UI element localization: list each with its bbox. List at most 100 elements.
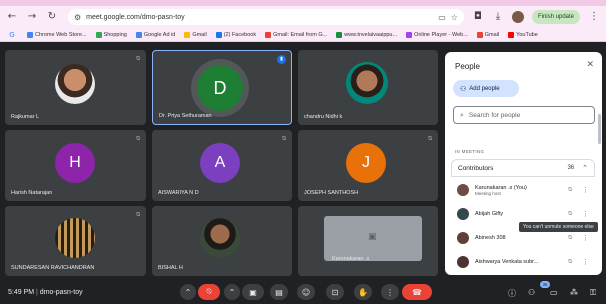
chevron-up-icon[interactable]: ⌃ bbox=[582, 164, 588, 172]
more-options-icon[interactable]: ⋮ bbox=[582, 234, 589, 242]
bookmark[interactable]: Gmail bbox=[476, 31, 499, 38]
bookmarks-bar: G Chrome Web Store... Shopping Google Ad… bbox=[0, 28, 606, 42]
emoji-button[interactable]: ☺ bbox=[297, 284, 315, 300]
search-people-input[interactable]: ⌕ Search for people bbox=[453, 106, 595, 124]
camera-in-use-icon[interactable]: ▭ bbox=[438, 13, 446, 22]
host-controls-icon[interactable]: ⚿ bbox=[590, 288, 596, 298]
participant-avatar bbox=[55, 218, 95, 258]
chat-icon[interactable]: ▭ bbox=[550, 288, 558, 297]
site-info-icon[interactable]: ⚙ bbox=[74, 13, 81, 22]
captions-icon: ▤ bbox=[275, 287, 283, 297]
participant-tile[interactable]: ⍉ SUNDARESAN RAVICHANDRAN bbox=[5, 206, 146, 276]
bookmark[interactable]: YouTube bbox=[508, 31, 538, 38]
download-icon[interactable]: ⤓ bbox=[492, 11, 504, 23]
bookmark-favicon bbox=[184, 31, 191, 38]
mic-off-icon: ⍉ bbox=[282, 135, 286, 142]
bookmark[interactable]: Gmail: Email from G... bbox=[265, 31, 327, 38]
forward-icon[interactable]: → bbox=[26, 11, 38, 23]
search-icon: ⌕ bbox=[460, 110, 464, 119]
participant-avatar bbox=[55, 64, 95, 104]
more-options-icon[interactable]: ⋮ bbox=[582, 186, 589, 194]
participant-name: Harish Natarajan bbox=[11, 190, 53, 196]
add-people-button[interactable]: ⚇ Add people bbox=[453, 80, 519, 97]
hand-icon: ✋ bbox=[358, 287, 368, 297]
people-icon[interactable]: ⚇ bbox=[528, 288, 535, 297]
camera-toggle-button[interactable]: ▣ bbox=[242, 284, 264, 300]
bookmark-favicon bbox=[476, 31, 483, 38]
contributors-count: 36 bbox=[567, 165, 575, 171]
bookmark[interactable]: Online Player - Web... bbox=[406, 31, 468, 38]
emoji-icon: ☺ bbox=[301, 287, 311, 297]
participant-tile[interactable]: H ⍉ Harish Natarajan bbox=[5, 130, 146, 201]
finish-update-button[interactable]: Finish update bbox=[531, 10, 580, 24]
extensions-icon[interactable]: ◘ bbox=[472, 11, 484, 23]
participant-tile[interactable]: ⍉ Rajkumar L bbox=[5, 50, 146, 125]
bookmark[interactable]: www.tnvelaivaaippu... bbox=[336, 31, 397, 38]
more-options-icon[interactable]: ⋮ bbox=[582, 210, 589, 218]
google-icon[interactable]: G bbox=[6, 29, 18, 41]
bookmark-favicon bbox=[95, 31, 102, 38]
mic-toggle-button[interactable]: ⍉ bbox=[198, 284, 220, 300]
mic-off-icon[interactable]: ⍉ bbox=[568, 186, 572, 194]
leave-call-button[interactable]: ☎ bbox=[402, 284, 432, 300]
panel-title: People bbox=[455, 62, 480, 71]
bookmark-favicon bbox=[265, 31, 272, 38]
mic-off-icon[interactable]: ⍉ bbox=[568, 234, 572, 242]
participant-tile[interactable]: chandru Nidhi k bbox=[298, 50, 438, 125]
activities-icon[interactable]: ⁂ bbox=[570, 288, 578, 297]
panel-scrollbar[interactable] bbox=[598, 114, 601, 144]
participant-tile[interactable]: ▣ Karunakaran .s bbox=[298, 206, 438, 276]
participant-avatar bbox=[457, 208, 469, 220]
bookmark[interactable]: Chrome Web Store... bbox=[27, 31, 87, 38]
more-options-button[interactable]: ⋮ bbox=[381, 284, 399, 300]
back-icon[interactable]: ← bbox=[6, 11, 18, 23]
bookmark[interactable]: Shopping bbox=[95, 31, 127, 38]
participant-avatar: A bbox=[200, 143, 240, 183]
mic-off-icon[interactable]: ⍉ bbox=[568, 258, 572, 266]
participant-avatar bbox=[457, 184, 469, 196]
camera-icon: ▣ bbox=[249, 287, 257, 297]
bookmark-favicon bbox=[406, 31, 413, 38]
more-icon[interactable]: ⋮ bbox=[588, 11, 600, 23]
bookmark[interactable]: Google Ad id bbox=[135, 31, 175, 38]
participant-row[interactable]: Karunakaran .s (You) Meeting host ⍉ ⋮ bbox=[451, 178, 595, 202]
reload-icon[interactable]: ↻ bbox=[46, 11, 58, 23]
bookmark-favicon bbox=[508, 31, 515, 38]
participant-avatar: D bbox=[197, 65, 243, 111]
participant-tile[interactable]: BISHAL H bbox=[152, 206, 292, 276]
participant-name: Karunakaran .s bbox=[332, 256, 370, 262]
more-controls-left-button[interactable]: ⌃ bbox=[180, 284, 196, 300]
participant-tile[interactable]: A ⍉ AISWARIYA N D bbox=[152, 130, 292, 201]
info-icon[interactable]: ⓘ bbox=[508, 288, 516, 299]
raise-hand-button[interactable]: ✋ bbox=[354, 284, 372, 300]
meeting-stage: ⍉ Rajkumar L D ▮ Dr. Priya Sethuraman ch… bbox=[0, 42, 606, 304]
participant-name: SUNDARESAN RAVICHANDRAN bbox=[11, 265, 95, 271]
participant-row[interactable]: Aishwarya Venkata subr... ⍉ ⋮ bbox=[451, 250, 595, 274]
bookmark[interactable]: Gmail bbox=[184, 31, 207, 38]
profile-avatar[interactable] bbox=[511, 11, 524, 23]
in-meeting-heading: IN MEETING bbox=[455, 149, 485, 154]
speaking-indicator-icon: ▮ bbox=[277, 55, 286, 64]
participants-count-badge: 36 bbox=[540, 281, 550, 288]
mic-off-icon[interactable]: ⍉ bbox=[568, 210, 572, 218]
bookmark[interactable]: (2) Facebook bbox=[215, 31, 256, 38]
more-options-icon[interactable]: ⋮ bbox=[582, 258, 589, 266]
participant-name: Dr. Priya Sethuraman bbox=[159, 113, 212, 119]
participant-avatar bbox=[346, 62, 388, 104]
participant-avatar bbox=[200, 218, 240, 258]
present-button[interactable]: ⊡ bbox=[326, 284, 344, 300]
more-controls-button[interactable]: ⌃ bbox=[224, 284, 240, 300]
hang-up-icon: ☎ bbox=[412, 287, 422, 297]
participant-name: AISWARIYA N D bbox=[158, 190, 199, 196]
address-bar[interactable]: ⚙ meet.google.com/dmo-pasn-toy ▭ ☆ bbox=[68, 9, 464, 25]
present-screen-icon: ▣ bbox=[368, 232, 377, 242]
participant-name: BISHAL H bbox=[158, 265, 183, 271]
bookmark-star-icon[interactable]: ☆ bbox=[451, 13, 458, 22]
participant-tile[interactable]: J ⍉ JOSEPH SANTHOSH bbox=[298, 130, 438, 201]
close-icon[interactable]: ✕ bbox=[586, 60, 594, 70]
participant-tile[interactable]: D ▮ Dr. Priya Sethuraman bbox=[152, 50, 292, 125]
contributors-section-header[interactable]: Contributors 36 ⌃ bbox=[451, 159, 595, 177]
participant-avatar bbox=[457, 232, 469, 244]
bookmark-favicon bbox=[336, 31, 343, 38]
captions-button[interactable]: ▤ bbox=[270, 284, 288, 300]
